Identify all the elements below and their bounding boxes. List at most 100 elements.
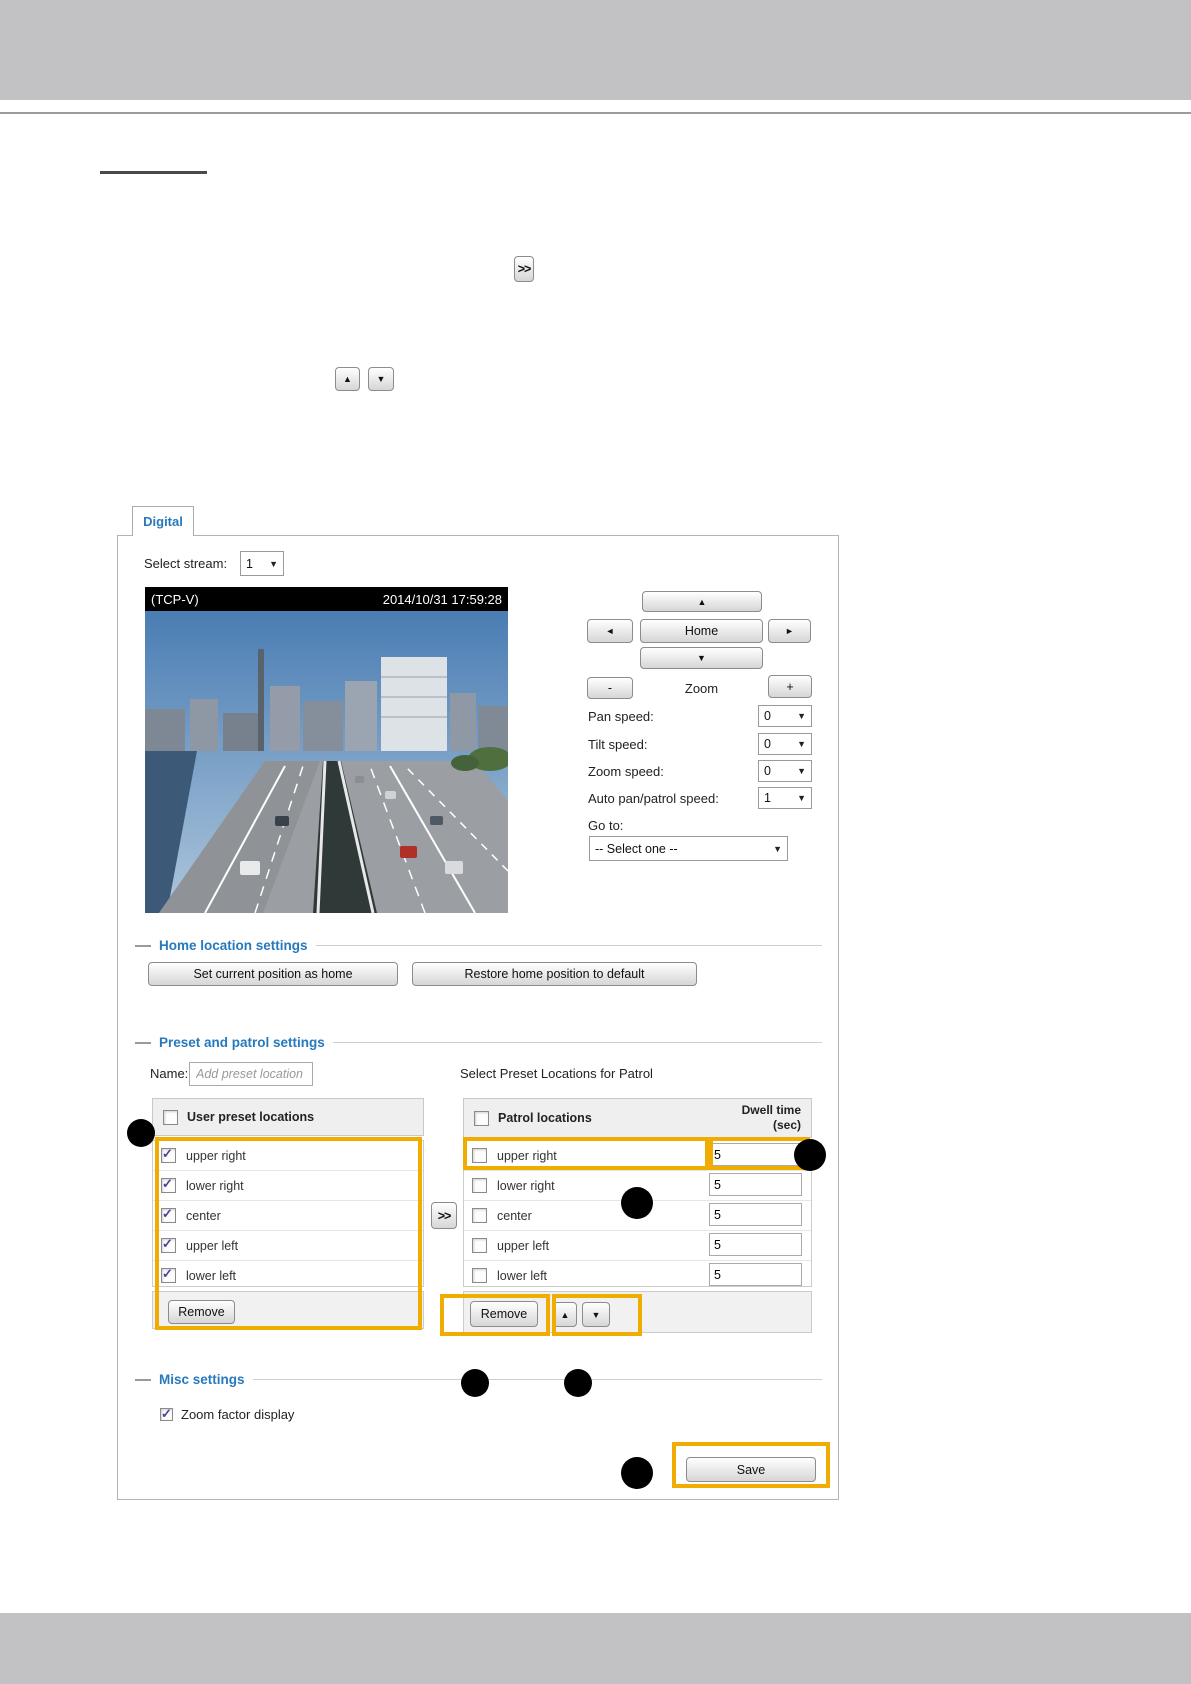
auto-pan-patrol-speed-select[interactable]: 1▼ (758, 787, 812, 809)
goto-select-value: -- Select one -- (595, 842, 678, 856)
preset-label: upper right (186, 1149, 246, 1163)
patrol-remove-button[interactable]: Remove (470, 1301, 538, 1327)
patrol-checkbox[interactable] (472, 1178, 487, 1193)
select-preset-for-patrol-label: Select Preset Locations for Patrol (460, 1066, 653, 1081)
table-row: lower left (464, 1261, 811, 1290)
patrol-checkbox[interactable] (472, 1238, 487, 1253)
list-item: upper right (153, 1141, 423, 1171)
patrol-move-up-button[interactable]: ▲ (553, 1302, 577, 1327)
ptz-right-button[interactable]: ► (768, 619, 811, 643)
set-current-position-home-button[interactable]: Set current position as home (148, 962, 398, 986)
patrol-checkbox[interactable] (472, 1208, 487, 1223)
user-presets-header-checkbox[interactable] (163, 1110, 178, 1125)
user-presets-remove-button[interactable]: Remove (168, 1300, 235, 1324)
zoom-speed-select[interactable]: 0▼ (758, 760, 812, 782)
inline-down-button[interactable]: ▼ (368, 367, 394, 391)
preset-checkbox[interactable] (161, 1268, 176, 1283)
video-preview: (TCP-V) 2014/10/31 17:59:28 (145, 587, 508, 913)
list-item: lower right (153, 1171, 423, 1201)
stream-select-value: 1 (246, 557, 253, 571)
dwell-time-input[interactable] (709, 1203, 802, 1226)
patrol-checkbox[interactable] (472, 1148, 487, 1163)
pan-speed-label: Pan speed: (588, 709, 654, 724)
manual-page: >> ▲ ▼ Digital Select stream: 1 ▼ (TCP-V… (0, 0, 1191, 1684)
dwell-time-header: Dwell time (sec) (742, 1103, 801, 1133)
video-source-label: (TCP-V) (151, 592, 199, 607)
save-button[interactable]: Save (686, 1457, 816, 1482)
section-underline (100, 171, 207, 174)
preset-checkbox[interactable] (161, 1178, 176, 1193)
table-row: upper left (464, 1231, 811, 1261)
preset-label: lower left (186, 1269, 236, 1283)
preset-name-input[interactable] (189, 1062, 313, 1086)
preset-patrol-section-header: Preset and patrol settings (135, 1035, 822, 1050)
ptz-up-button[interactable]: ▲ (642, 591, 762, 612)
video-timestamp: 2014/10/31 17:59:28 (383, 592, 502, 607)
zoom-label: Zoom (640, 681, 763, 696)
home-location-title: Home location settings (159, 938, 308, 953)
section-dash (135, 1042, 151, 1044)
callout-circle-save (621, 1457, 653, 1489)
section-rule (333, 1042, 822, 1043)
ptz-down-button[interactable]: ▼ (640, 647, 763, 669)
dwell-time-input[interactable] (709, 1263, 802, 1286)
patrol-label: upper right (497, 1149, 557, 1163)
zoom-factor-label: Zoom factor display (181, 1407, 294, 1422)
select-stream-label: Select stream: (144, 556, 227, 571)
chevron-down-icon: ▼ (269, 559, 278, 569)
pan-speed-value: 0 (764, 709, 771, 723)
bottom-gray-bar (0, 1613, 1191, 1684)
callout-circle-move (564, 1369, 592, 1397)
callout-circle-user-presets (127, 1119, 155, 1147)
list-item: center (153, 1201, 423, 1231)
pan-speed-select[interactable]: 0▼ (758, 705, 812, 727)
list-item: lower left (153, 1261, 423, 1290)
restore-home-position-button[interactable]: Restore home position to default (412, 962, 697, 986)
preset-name-label: Name: (150, 1066, 188, 1081)
dwell-time-input[interactable] (709, 1173, 802, 1196)
preset-checkbox[interactable] (161, 1148, 176, 1163)
video-osd-bar: (TCP-V) 2014/10/31 17:59:28 (145, 587, 508, 611)
tab-digital[interactable]: Digital (132, 506, 194, 536)
top-gray-bar (0, 0, 1191, 100)
dwell-time-input[interactable] (709, 1233, 802, 1256)
goto-select[interactable]: -- Select one -- ▼ (589, 836, 788, 861)
callout-circle-patrol-list (621, 1187, 653, 1219)
ptz-home-button[interactable]: Home (640, 619, 763, 643)
zoom-factor-checkbox[interactable] (160, 1408, 173, 1421)
inline-expand-button[interactable]: >> (514, 256, 534, 282)
preset-checkbox[interactable] (161, 1208, 176, 1223)
chevron-down-icon: ▼ (797, 766, 806, 776)
zoom-out-button[interactable]: - (587, 677, 633, 699)
chevron-down-icon: ▼ (797, 793, 806, 803)
dwell-time-input[interactable] (709, 1143, 802, 1166)
section-rule (253, 1379, 822, 1380)
preset-label: upper left (186, 1239, 238, 1253)
preset-checkbox[interactable] (161, 1238, 176, 1253)
patrol-header-checkbox[interactable] (474, 1111, 489, 1126)
inline-up-button[interactable]: ▲ (335, 367, 360, 391)
top-divider-line (0, 112, 1191, 114)
chevron-down-icon: ▼ (797, 739, 806, 749)
stream-select[interactable]: 1 ▼ (240, 551, 284, 576)
misc-settings-title: Misc settings (159, 1372, 245, 1387)
zoom-in-button[interactable]: + (768, 675, 812, 698)
add-to-patrol-button[interactable]: >> (431, 1202, 457, 1229)
patrol-label: lower left (497, 1269, 547, 1283)
section-rule (316, 945, 822, 946)
auto-pan-patrol-speed-label: Auto pan/patrol speed: (588, 791, 719, 806)
ptz-left-button[interactable]: ◄ (587, 619, 633, 643)
section-dash (135, 945, 151, 947)
patrol-checkbox[interactable] (472, 1268, 487, 1283)
user-presets-header-label: User preset locations (187, 1110, 314, 1124)
patrol-move-down-button[interactable]: ▼ (582, 1302, 610, 1327)
user-presets-list: upper right lower right center upper lef… (152, 1140, 424, 1287)
zoom-speed-label: Zoom speed: (588, 764, 664, 779)
preset-label: center (186, 1209, 221, 1223)
chevron-down-icon: ▼ (797, 711, 806, 721)
list-item: upper left (153, 1231, 423, 1261)
tilt-speed-select[interactable]: 0▼ (758, 733, 812, 755)
zoom-speed-value: 0 (764, 764, 771, 778)
table-row: upper right (464, 1141, 811, 1171)
chevron-down-icon: ▼ (773, 844, 782, 854)
